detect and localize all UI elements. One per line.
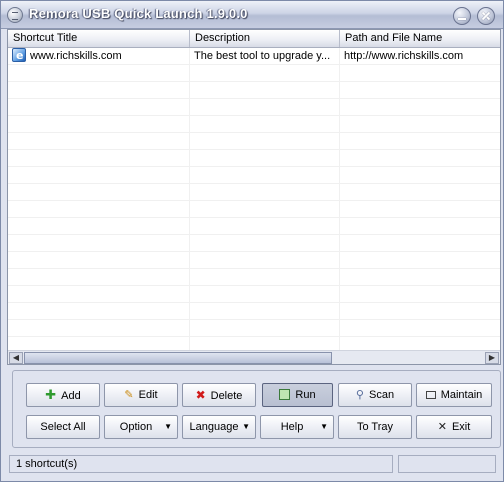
app-icon[interactable] [7, 7, 23, 23]
list-row-empty [8, 65, 500, 82]
pencil-icon: ✎ [124, 389, 134, 401]
list-row[interactable]: www.richskills.com The best tool to upgr… [8, 48, 500, 65]
edit-label: Edit [138, 389, 158, 401]
horizontal-scrollbar[interactable]: ◀ ▶ [8, 350, 500, 364]
list-row-empty [8, 286, 500, 303]
option-label: Option [119, 421, 153, 433]
run-label: Run [295, 389, 316, 401]
exit-button[interactable]: ✕ Exit [416, 415, 492, 439]
list-row-empty [8, 167, 500, 184]
run-button[interactable]: Run [262, 383, 333, 407]
dropdown-arrow-icon: ▼ [242, 422, 250, 431]
title-bar[interactable]: Remora USB Quick Launch 1.9.0.0 [1, 1, 503, 29]
list-row-empty [8, 99, 500, 116]
list-row-empty [8, 133, 500, 150]
maintain-label: Maintain [440, 389, 483, 401]
window-title: Remora USB Quick Launch 1.9.0.0 [29, 6, 248, 21]
plus-icon: ✚ [45, 387, 57, 402]
minimize-button[interactable] [453, 7, 471, 25]
ie-icon [12, 48, 26, 64]
maintain-button[interactable]: Maintain [416, 383, 492, 407]
cell-path: http://www.richskills.com [344, 50, 464, 62]
to-tray-label: To Tray [356, 421, 394, 433]
scroll-right-arrow-icon[interactable]: ▶ [485, 352, 499, 364]
help-button[interactable]: Help ▼ [260, 415, 334, 439]
button-panel: ✚ Add ✎ Edit ✖ Delete Run ⚲ Scan Maintain Se… [12, 370, 501, 448]
run-icon [279, 389, 291, 400]
delete-label: Delete [210, 390, 243, 402]
shortcut-list[interactable]: Shortcut Title Description Path and File… [7, 29, 501, 365]
shortcut-title-text: www.richskills.com [30, 50, 122, 62]
cell-description: The best tool to upgrade y... [194, 50, 331, 62]
close-button[interactable] [477, 7, 495, 25]
scan-label: Scan [368, 389, 395, 401]
window-icon [425, 391, 436, 399]
delete-x-icon: ✖ [195, 388, 206, 402]
list-row-empty [8, 116, 500, 133]
magnifier-icon: ⚲ [355, 389, 364, 401]
dropdown-arrow-icon: ▼ [164, 422, 172, 431]
select-all-button[interactable]: Select All [26, 415, 100, 439]
list-row-empty [8, 303, 500, 320]
close-x-icon: ✕ [437, 421, 447, 433]
list-row-empty [8, 184, 500, 201]
add-label: Add [61, 390, 81, 402]
list-row-empty [8, 320, 500, 337]
list-row-empty [8, 201, 500, 218]
scan-button[interactable]: ⚲ Scan [338, 383, 412, 407]
delete-button[interactable]: ✖ Delete [182, 383, 256, 407]
list-row-empty [8, 150, 500, 167]
to-tray-button[interactable]: To Tray [338, 415, 412, 439]
column-header-path[interactable]: Path and File Name [340, 30, 500, 47]
option-button[interactable]: Option ▼ [104, 415, 178, 439]
language-button[interactable]: Language ▼ [182, 415, 256, 439]
help-label: Help [280, 421, 304, 433]
language-label: Language [189, 421, 239, 433]
column-header-description[interactable]: Description [190, 30, 340, 47]
main-window: Remora USB Quick Launch 1.9.0.0 Shortcut… [0, 0, 504, 482]
list-row-empty [8, 82, 500, 99]
shortcut-count: 1 shortcut(s) [16, 458, 78, 470]
column-header-shortcut-title[interactable]: Shortcut Title [8, 30, 190, 47]
list-row-empty [8, 269, 500, 286]
list-header: Shortcut Title Description Path and File… [8, 30, 500, 48]
edit-button[interactable]: ✎ Edit [104, 383, 178, 407]
cell-shortcut-title: www.richskills.com [8, 48, 190, 65]
add-button[interactable]: ✚ Add [26, 383, 100, 407]
list-row-empty [8, 235, 500, 252]
scroll-left-arrow-icon[interactable]: ◀ [9, 352, 23, 364]
scroll-thumb[interactable] [24, 352, 332, 364]
status-bar: 1 shortcut(s) [9, 455, 393, 473]
list-rows: www.richskills.com The best tool to upgr… [8, 48, 500, 350]
select-all-label: Select All [40, 421, 86, 433]
exit-label: Exit [451, 421, 471, 433]
dropdown-arrow-icon: ▼ [320, 422, 328, 431]
list-row-empty [8, 337, 500, 350]
list-row-empty [8, 252, 500, 269]
list-row-empty [8, 218, 500, 235]
status-bar-secondary [398, 455, 496, 473]
